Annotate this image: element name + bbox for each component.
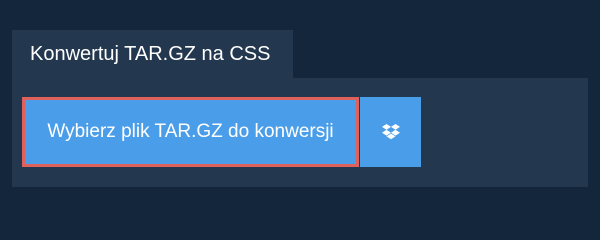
select-file-button[interactable]: Wybierz plik TAR.GZ do konwersji bbox=[22, 97, 359, 167]
dropbox-button[interactable] bbox=[360, 97, 421, 167]
dropbox-icon bbox=[381, 124, 400, 140]
upload-panel: Wybierz plik TAR.GZ do konwersji bbox=[12, 78, 588, 187]
tab-title: Konwertuj TAR.GZ na CSS bbox=[30, 42, 271, 65]
converter-tab: Konwertuj TAR.GZ na CSS bbox=[12, 30, 293, 78]
select-file-button-label: Wybierz plik TAR.GZ do konwersji bbox=[47, 121, 334, 142]
